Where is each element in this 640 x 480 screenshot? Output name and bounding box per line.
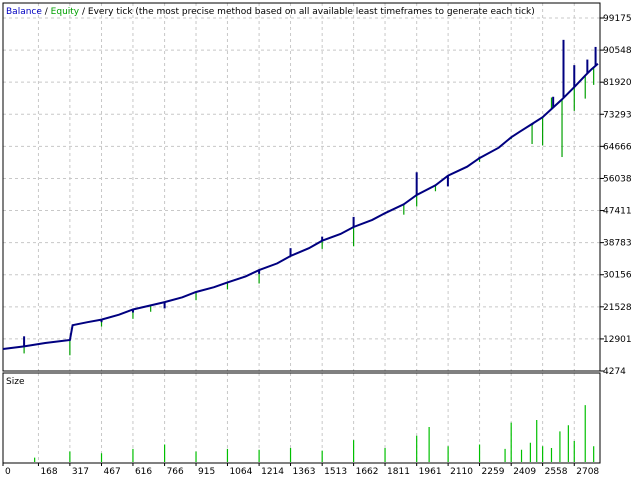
x-tick-label: 2409: [513, 467, 536, 477]
x-tick-label: 168: [40, 467, 57, 477]
x-tick-label: 467: [104, 467, 121, 477]
y-axis-ticks: 99175 90548 81920 73293 64666 56038 47411 38783…: [600, 14, 632, 377]
x-tick-label: 1513: [324, 467, 347, 477]
y-tick-label: 64666: [603, 142, 632, 152]
x-tick-label: 0: [5, 467, 11, 477]
x-tick-label: 1662: [356, 467, 379, 477]
y-tick-label: 12901: [603, 335, 632, 345]
size-panel-frame: [2, 372, 601, 464]
x-tick-label: 1811: [387, 467, 410, 477]
main-chart-frame: [2, 2, 601, 372]
x-tick-label: 915: [198, 467, 215, 477]
x-tick-label: 766: [167, 467, 184, 477]
x-tick-label: 1961: [419, 467, 442, 477]
balance-series: [2, 62, 599, 350]
size-panel-grid: [37, 373, 575, 463]
main-chart-grid: [3, 3, 600, 371]
equity-label: Equity: [51, 7, 80, 17]
x-tick-label: 1214: [261, 467, 284, 477]
strategy-tester-graph: Balance / Equity / Every tick (the most …: [2, 2, 632, 477]
size-bars: [34, 405, 595, 462]
y-tick-label: 4274: [603, 367, 626, 377]
header-separator: /: [42, 7, 51, 17]
y-tick-label: 56038: [603, 174, 632, 184]
x-tick-label: 2110: [450, 467, 473, 477]
y-tick-label: 90548: [603, 46, 632, 56]
y-tick-label: 47411: [603, 207, 632, 217]
y-tick-label: 21528: [603, 303, 632, 313]
x-axis-ticks: 0 168 317 467 616 766 915 1064 1214 1363 1513 1662 1…: [2, 463, 599, 477]
y-tick-label: 81920: [603, 78, 632, 88]
chart-header: Balance / Equity / Every tick (the most …: [6, 7, 535, 17]
x-tick-label: 2558: [545, 467, 568, 477]
balance-spikes: [23, 39, 597, 347]
balance-label: Balance: [6, 7, 42, 17]
chart-frames: [2, 2, 601, 464]
header-separator: /: [79, 7, 88, 17]
y-tick-label: 38783: [603, 239, 632, 249]
size-panel-label: Size: [6, 377, 25, 387]
x-tick-label: 2708: [576, 467, 599, 477]
x-tick-label: 616: [135, 467, 152, 477]
x-tick-label: 2259: [482, 467, 505, 477]
x-tick-label: 1064: [229, 467, 252, 477]
y-tick-label: 30156: [603, 271, 632, 281]
equity-series: [23, 67, 595, 356]
y-tick-label: 99175: [603, 14, 632, 24]
y-tick-label: 73293: [603, 110, 632, 120]
x-tick-label: 317: [72, 467, 89, 477]
balance-line: [2, 62, 599, 350]
x-tick-label: 1363: [293, 467, 316, 477]
test-mode-description: Every tick (the most precise method base…: [88, 7, 535, 17]
